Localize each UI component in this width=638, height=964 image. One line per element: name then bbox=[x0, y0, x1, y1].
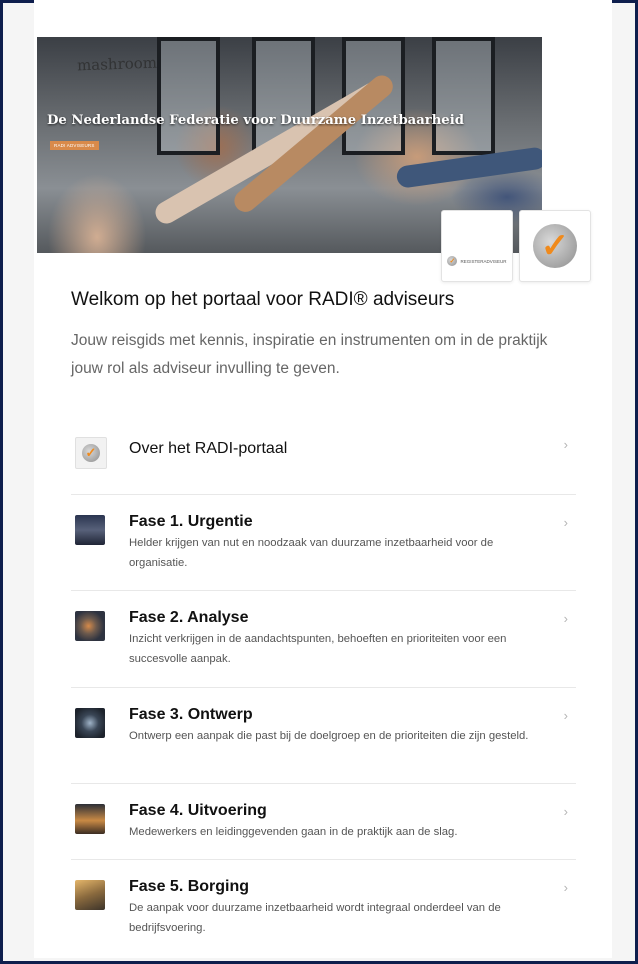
design-thumbnail bbox=[75, 708, 105, 738]
list-item-description: Medewerkers en leidinggevenden gaan in d… bbox=[129, 826, 458, 838]
radi-check-icon: ✓ bbox=[75, 437, 107, 469]
welcome-title: Welkom op het portaal voor RADI® adviseu… bbox=[71, 289, 455, 310]
urgency-thumbnail bbox=[75, 515, 105, 545]
chevron-right-icon: › bbox=[563, 804, 568, 819]
list-item-fase-4[interactable]: Fase 4. Uitvoering Medewerkers en leidin… bbox=[71, 784, 576, 860]
register-adviser-logo: ✓ REGISTERADVISEUR bbox=[441, 210, 513, 282]
register-adviser-label: REGISTERADVISEUR bbox=[460, 258, 507, 264]
chevron-right-icon: › bbox=[563, 437, 568, 452]
wall-brand-text: mashroom bbox=[76, 53, 158, 75]
list-item-title: Fase 2. Analyse bbox=[129, 609, 249, 626]
chevron-right-icon: › bbox=[563, 611, 568, 626]
list-item-over-radi[interactable]: ✓ Over het RADI-portaal › bbox=[71, 407, 576, 495]
hero-title: De Nederlandse Federatie voor Duurzame I… bbox=[47, 113, 464, 128]
list-item-title: Fase 3. Ontwerp bbox=[129, 706, 253, 723]
chevron-right-icon: › bbox=[563, 708, 568, 723]
list-item-description: Inzicht verkrijgen in de aandachtspunten… bbox=[129, 633, 507, 665]
list-item-fase-2[interactable]: Fase 2. Analyse Inzicht verkrijgen in de… bbox=[71, 591, 576, 688]
list-item-description: De aanpak voor duurzame inzetbaarheid wo… bbox=[129, 902, 501, 934]
list-item-title: Fase 5. Borging bbox=[129, 878, 250, 895]
chevron-right-icon: › bbox=[563, 515, 568, 530]
list-item-description: Ontwerp een aanpak die past bij de doelg… bbox=[129, 730, 529, 742]
radi-logo: ✓ bbox=[519, 210, 591, 282]
background-window bbox=[157, 37, 220, 155]
list-item-title: Over het RADI-portaal bbox=[129, 440, 288, 457]
register-adviser-badge: ✓ REGISTERADVISEUR bbox=[447, 256, 507, 266]
checkmark-icon: ✓ bbox=[447, 256, 458, 266]
welcome-intro: Jouw reisgids met kennis, inspiratie en … bbox=[71, 332, 548, 377]
assurance-thumbnail bbox=[75, 880, 105, 910]
list-item-fase-1[interactable]: Fase 1. Urgentie Helder krijgen van nut … bbox=[71, 495, 576, 591]
list-item-fase-3[interactable]: Fase 3. Ontwerp Ontwerp een aanpak die p… bbox=[71, 688, 576, 784]
analysis-thumbnail bbox=[75, 611, 105, 641]
background-window bbox=[432, 37, 495, 155]
radi-checkmark-icon: ✓ bbox=[533, 224, 577, 268]
list-item-title: Fase 4. Uitvoering bbox=[129, 802, 267, 819]
list-item-description: Helder krijgen van nut en noodzaak van d… bbox=[129, 537, 494, 569]
list-item-fase-5[interactable]: Fase 5. Borging De aanpak voor duurzame … bbox=[71, 860, 576, 950]
list-item-title: Fase 1. Urgentie bbox=[129, 513, 253, 530]
portal-navigation-list: ✓ Over het RADI-portaal › Fase 1. Urgent… bbox=[71, 407, 576, 950]
chevron-right-icon: › bbox=[563, 880, 568, 895]
hero-tag: RADI ADVISEURS bbox=[50, 141, 99, 150]
execution-thumbnail bbox=[75, 804, 105, 834]
